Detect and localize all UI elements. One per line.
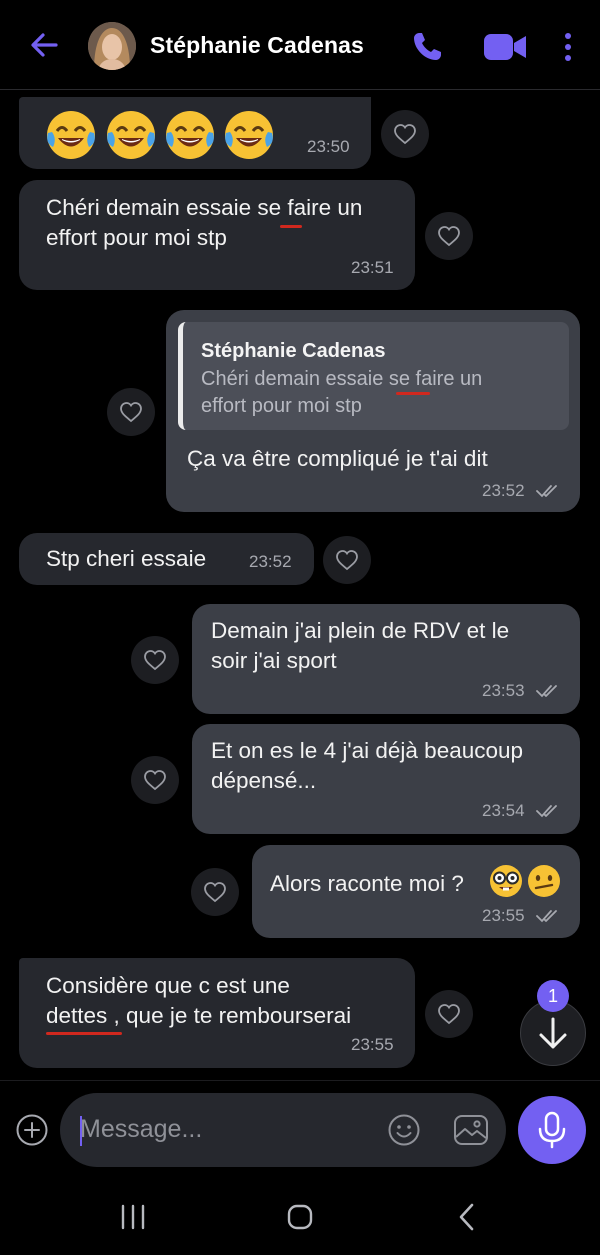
- confused-face-emoji: [526, 863, 562, 899]
- video-camera-icon[interactable]: [483, 31, 527, 63]
- heart-icon: [438, 226, 460, 247]
- message-bubble-outgoing[interactable]: Alors raconte moi ? 23:55: [252, 845, 580, 938]
- heart-icon: [438, 1004, 460, 1025]
- message-bubble-incoming[interactable]: Considère que c est une dettes , que je …: [19, 958, 415, 1068]
- read-ticks-icon: [536, 485, 557, 498]
- spellcheck-underline: [396, 392, 430, 395]
- like-button[interactable]: [191, 868, 239, 916]
- message-bubble-incoming[interactable]: Stp cheri essaie 23:52: [19, 533, 314, 585]
- read-ticks-icon: [536, 685, 557, 698]
- plus-circle-icon[interactable]: [15, 1113, 49, 1147]
- contact-name[interactable]: Stéphanie Cadenas: [150, 32, 364, 59]
- text-cursor: [80, 1116, 82, 1146]
- message-time: 23:50: [307, 137, 350, 156]
- message-time: 23:53: [482, 681, 525, 700]
- spellcheck-underline: [46, 1032, 122, 1035]
- like-button[interactable]: [425, 212, 473, 260]
- message-input-placeholder: Message...: [80, 1115, 203, 1143]
- like-button[interactable]: [131, 636, 179, 684]
- message-text: Et on es le 4 j'ai déjà beaucoup dépensé…: [211, 738, 524, 793]
- read-ticks-icon: [536, 805, 557, 818]
- message-time: 23:55: [482, 906, 525, 925]
- reply-quote[interactable]: Stéphanie Cadenas Chéri demain essaie se…: [178, 322, 569, 430]
- nerd-face-emoji: [488, 863, 524, 899]
- message-time: 23:54: [482, 801, 525, 820]
- read-ticks-icon: [536, 910, 557, 923]
- heart-icon: [336, 550, 358, 571]
- home-icon[interactable]: [286, 1203, 314, 1231]
- heart-icon: [144, 650, 166, 671]
- tears-of-joy-emoji-3: [164, 109, 216, 161]
- message-time: 23:52: [249, 552, 292, 571]
- heart-icon: [144, 770, 166, 791]
- message-bubble-outgoing[interactable]: Et on es le 4 j'ai déjà beaucoup dépensé…: [192, 724, 580, 834]
- like-button[interactable]: [107, 388, 155, 436]
- tears-of-joy-emoji-4: [223, 109, 275, 161]
- heart-icon: [394, 124, 416, 145]
- unread-count-badge: 1: [537, 980, 569, 1012]
- spellcheck-underline: [280, 225, 302, 228]
- chevron-left-icon[interactable]: [456, 1202, 478, 1232]
- image-icon[interactable]: [453, 1113, 489, 1147]
- like-button[interactable]: [323, 536, 371, 584]
- recents-icon[interactable]: [118, 1204, 148, 1230]
- phone-icon[interactable]: [410, 30, 444, 64]
- microphone-icon: [538, 1111, 566, 1149]
- chat-header: Stéphanie Cadenas: [0, 0, 600, 90]
- message-text: Stp cheri essaie: [46, 546, 207, 571]
- more-vertical-icon[interactable]: [560, 31, 576, 63]
- arrow-left-icon[interactable]: [26, 27, 62, 63]
- heart-icon: [204, 882, 226, 903]
- like-button[interactable]: [425, 990, 473, 1038]
- message-text: Chéri demain essaie se faire un effort p…: [46, 195, 363, 250]
- message-bubble-outgoing[interactable]: Demain j'ai plein de RDV et le soir j'ai…: [192, 604, 580, 714]
- message-text: Demain j'ai plein de RDV et le soir j'ai…: [211, 618, 510, 673]
- message-time: 23:51: [351, 258, 394, 277]
- tears-of-joy-emoji-1: [45, 109, 97, 161]
- tears-of-joy-emoji-2: [105, 109, 157, 161]
- quote-author: Stéphanie Cadenas: [201, 340, 386, 362]
- like-button[interactable]: [131, 756, 179, 804]
- voice-record-button[interactable]: [518, 1096, 586, 1164]
- message-text: Alors raconte moi ?: [270, 871, 464, 896]
- system-navigation-bar: [0, 1180, 600, 1255]
- message-text: Considère que c est une dettes , que je …: [46, 973, 352, 1028]
- message-text: Ça va être compliqué je t'ai dit: [187, 446, 488, 471]
- quote-text: Chéri demain essaie se faire un effort p…: [201, 368, 483, 417]
- smiley-icon[interactable]: [387, 1113, 421, 1147]
- message-bubble-incoming[interactable]: 23:50: [19, 97, 371, 169]
- message-time: 23:52: [482, 481, 525, 500]
- message-bubble-incoming[interactable]: Chéri demain essaie se faire un effort p…: [19, 180, 415, 290]
- like-button[interactable]: [381, 110, 429, 158]
- avatar[interactable]: [88, 22, 136, 70]
- heart-icon: [120, 402, 142, 423]
- message-time: 23:55: [351, 1035, 394, 1054]
